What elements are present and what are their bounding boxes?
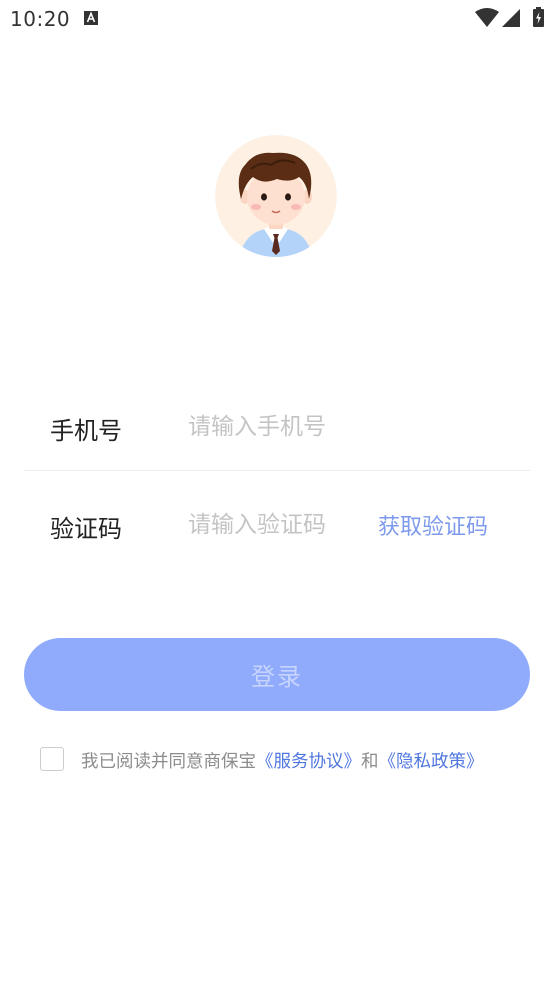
- status-bar: 10:20: [0, 0, 554, 40]
- agreement-checkbox[interactable]: [40, 747, 64, 771]
- get-code-button[interactable]: 获取验证码: [378, 509, 488, 541]
- login-button[interactable]: 登录: [24, 638, 530, 711]
- agreement-and: 和: [361, 752, 379, 772]
- code-label: 验证码: [50, 515, 122, 543]
- a-icon: [84, 11, 98, 25]
- battery-charging-icon: [533, 7, 544, 27]
- privacy-policy-link[interactable]: 《隐私政策》: [379, 752, 484, 772]
- login-screen: 10:20 手机号 请输入手机号 验证码 请输入验证码 获取验证码 登录 我已阅…: [0, 0, 554, 984]
- agreement-text: 我已阅读并同意商保宝《服务协议》和《隐私政策》: [81, 748, 484, 773]
- wifi-icon: [475, 8, 499, 27]
- phone-label: 手机号: [50, 417, 122, 445]
- phone-row: 手机号: [24, 395, 530, 459]
- divider: [24, 470, 530, 471]
- phone-input[interactable]: [188, 405, 378, 449]
- service-agreement-link[interactable]: 《服务协议》: [256, 752, 361, 772]
- code-row: 验证码 获取验证码: [24, 493, 530, 557]
- code-input[interactable]: [188, 503, 378, 547]
- status-time: 10:20: [10, 7, 71, 31]
- signal-icon: [502, 9, 520, 27]
- avatar: [215, 135, 337, 257]
- agreement-prefix: 我已阅读并同意商保宝: [81, 752, 256, 772]
